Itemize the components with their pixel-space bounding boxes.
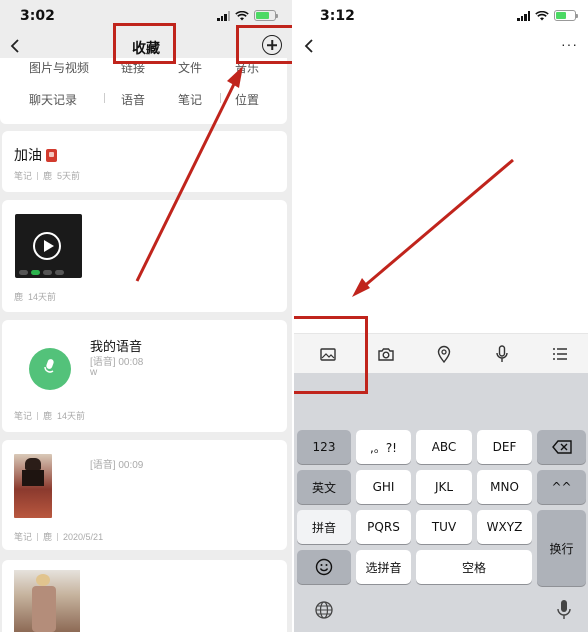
- list-icon[interactable]: [550, 344, 570, 364]
- item-title-text: 加油: [14, 147, 42, 163]
- key-punctuation[interactable]: ,。?!: [356, 430, 411, 464]
- globe-icon[interactable]: [314, 600, 334, 620]
- back-chevron-icon[interactable]: [300, 34, 320, 58]
- signal-icon: [517, 10, 530, 21]
- status-time: 3:02: [20, 8, 55, 24]
- key-tuv[interactable]: TUV: [416, 510, 472, 544]
- status-icons: [217, 10, 278, 21]
- favorite-item-note[interactable]: 加油 笔记 鹿 5天前: [2, 131, 287, 192]
- wifi-icon: [235, 10, 249, 20]
- category-divider: [220, 93, 221, 103]
- meta-source: 鹿: [43, 411, 53, 421]
- key-pqrs[interactable]: PQRS: [356, 510, 411, 544]
- key-pinyin[interactable]: 拼音: [297, 510, 351, 544]
- signal-icon: [217, 10, 230, 21]
- category-card: 图片与视频 链接 文件 音乐 聊天记录 语音 笔记 位置: [0, 58, 287, 124]
- key-select-pinyin[interactable]: 选拼音: [356, 550, 411, 584]
- backspace-icon: [551, 440, 572, 454]
- category-chat-history[interactable]: 聊天记录: [29, 91, 77, 108]
- meta-type: 笔记: [14, 171, 33, 181]
- play-icon: [33, 232, 61, 260]
- key-english[interactable]: 英文: [297, 470, 351, 504]
- microphone-icon: [44, 359, 54, 373]
- meta-time: 2020/5/21: [63, 531, 104, 542]
- highlight-image-box: [294, 316, 368, 394]
- photo-thumbnail: [14, 570, 80, 632]
- meta-source: 鹿: [14, 292, 24, 302]
- item-meta: 笔记 鹿 14天前: [14, 409, 85, 422]
- highlight-add-box: [236, 25, 292, 64]
- meta-type: 笔记: [14, 411, 33, 421]
- category-divider: [104, 93, 105, 103]
- favorite-item-photo[interactable]: [2, 560, 287, 632]
- key-abc[interactable]: ABC: [416, 430, 472, 464]
- item-subtitle: [语音] 00:09: [90, 460, 144, 471]
- photo-thumbnail: [14, 454, 52, 518]
- favorite-item-video[interactable]: 鹿 14天前: [2, 200, 287, 312]
- status-icons: [517, 10, 578, 21]
- key-jkl[interactable]: JKL: [416, 470, 472, 504]
- microphone-icon[interactable]: [492, 344, 512, 364]
- backspace-key[interactable]: [537, 430, 586, 464]
- key-enter[interactable]: 换行: [537, 510, 586, 586]
- item-title: 加油: [14, 145, 57, 165]
- item-meta: 鹿 14天前: [14, 290, 56, 303]
- meta-type: 笔记: [14, 532, 33, 542]
- wifi-icon: [535, 10, 549, 20]
- key-wxyz[interactable]: WXYZ: [477, 510, 532, 544]
- fire-extinguisher-emoji-icon: [46, 148, 57, 162]
- key-emoticon[interactable]: ^^: [537, 470, 586, 504]
- item-subtitle: [语音] 00:08: [90, 357, 144, 368]
- battery-icon: [254, 10, 278, 21]
- category-photos-videos[interactable]: 图片与视频: [29, 59, 89, 76]
- meta-source: 鹿: [43, 532, 53, 542]
- battery-icon: [554, 10, 578, 21]
- keyboard: 123 ,。?! ABC DEF 英文 GHI JKL MNO ^^ 拼音 PQ…: [294, 395, 588, 632]
- voice-avatar: [29, 348, 71, 390]
- more-options-icon[interactable]: ···: [561, 36, 578, 52]
- category-notes[interactable]: 笔记: [178, 91, 202, 108]
- video-thumbnail: [15, 214, 82, 278]
- key-space[interactable]: 空格: [416, 550, 532, 584]
- key-ghi[interactable]: GHI: [356, 470, 411, 504]
- camera-icon[interactable]: [376, 344, 396, 364]
- favorite-item-photo-voice[interactable]: [语音] 00:09 笔记 鹿 2020/5/21: [2, 440, 287, 550]
- category-voice[interactable]: 语音: [121, 91, 145, 108]
- meta-source: 鹿: [43, 171, 53, 181]
- dictation-microphone-icon[interactable]: [556, 599, 572, 621]
- item-extra: w: [90, 367, 98, 378]
- key-mno[interactable]: MNO: [477, 470, 532, 504]
- category-location[interactable]: 位置: [235, 91, 259, 108]
- highlight-title-box: [113, 23, 176, 64]
- key-123[interactable]: 123: [297, 430, 351, 464]
- meta-time: 5天前: [57, 171, 81, 181]
- item-meta: 笔记 鹿 2020/5/21: [14, 530, 103, 543]
- status-time: 3:12: [320, 8, 355, 24]
- location-icon[interactable]: [434, 344, 454, 364]
- right-phone-screen: 3:12 ··· 123 ,。?! ABC DEF 英文 GHI JKL MNO…: [294, 0, 588, 632]
- favorite-item-voice[interactable]: 我的语音 [语音] 00:08 w 笔记 鹿 14天前: [2, 320, 287, 432]
- status-bar: 3:12: [294, 0, 588, 30]
- meta-time: 14天前: [28, 292, 57, 302]
- item-meta: 笔记 鹿 5天前: [14, 169, 80, 182]
- emoji-key[interactable]: [297, 550, 351, 584]
- left-phone-screen: 3:02 收藏 图片与视频 链接 文件 音乐 聊天记录 语音 笔记 位置 加油 …: [0, 0, 292, 632]
- smiley-icon: [315, 558, 333, 576]
- key-def[interactable]: DEF: [477, 430, 532, 464]
- meta-time: 14天前: [57, 411, 86, 421]
- category-files[interactable]: 文件: [178, 59, 202, 76]
